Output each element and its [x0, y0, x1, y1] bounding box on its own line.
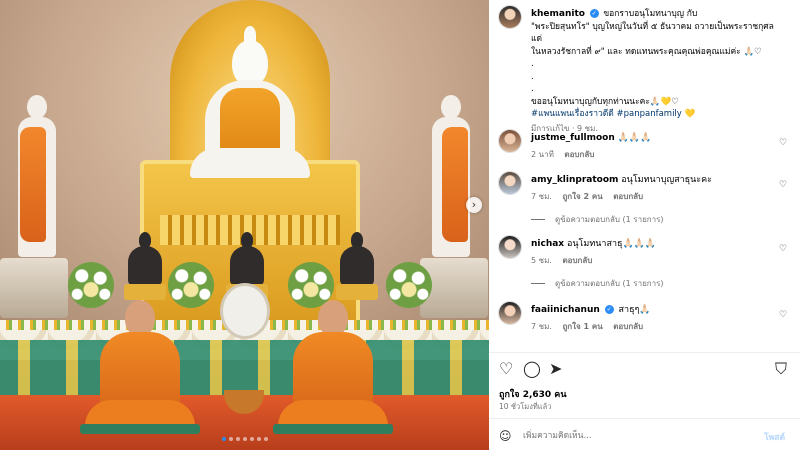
post-side-panel: khemanito ✓ ขอกราบอนุโมทนาบุญ กับ "พระปิ… — [489, 0, 800, 450]
avatar[interactable] — [499, 302, 521, 324]
comment-username[interactable]: faaiinichanun — [531, 305, 600, 315]
reply-button[interactable]: ตอบกลับ — [564, 150, 594, 159]
reply-button[interactable]: ตอบกลับ — [613, 192, 643, 201]
verified-icon: ✓ — [589, 9, 599, 18]
monk-left — [80, 300, 200, 440]
comment-likes[interactable]: ถูกใจ 2 คน — [562, 192, 602, 201]
post-button[interactable]: โพสต์ — [764, 430, 785, 444]
comment-icon[interactable]: ◯ — [523, 360, 541, 378]
post-photo[interactable]: › — [0, 0, 489, 450]
left-pedestal — [0, 258, 68, 318]
center-emblem — [223, 286, 267, 336]
carousel-dots — [0, 434, 489, 444]
caption-line: . — [531, 59, 534, 69]
avatar[interactable] — [499, 236, 521, 258]
comment-form: ☺ โพสต์ — [499, 428, 791, 444]
caption-line: . — [531, 71, 534, 82]
comment-time: 7 ชม. — [531, 192, 552, 201]
comment-username[interactable]: amy_klinpratoom — [531, 175, 618, 185]
comment-text: อนุโมทนาสาธุ🙏🏻🙏🏻🙏🏻 — [567, 239, 657, 249]
caption-text: khemanito ✓ ขอกราบอนุโมทนาบุญ กับ "พระปิ… — [531, 8, 781, 135]
reply-button[interactable]: ตอบกลับ — [562, 256, 592, 265]
comment-time: 7 ชม. — [531, 322, 552, 331]
comment-text: อนุโมทนาบุญสาธุนะคะ — [621, 175, 712, 185]
view-replies-button[interactable]: ดูข้อความตอบกลับ (1 รายการ) — [531, 277, 781, 290]
heart-icon[interactable]: ♡ — [778, 138, 788, 148]
caption-line: ขอกราบอนุโมทนาบุญ กับ — [603, 9, 698, 19]
comment-input[interactable] — [523, 428, 743, 444]
divider — [489, 418, 800, 419]
caption-line: "พระปิยสุนทโร" บุญใหญ่ในวันที่ ๕ ธันวาคม… — [531, 21, 774, 45]
reply-button[interactable]: ตอบกลับ — [613, 322, 643, 331]
chevron-right-icon[interactable]: › — [466, 197, 482, 213]
heart-icon[interactable]: ♡ — [778, 180, 788, 190]
buddha-statue — [190, 26, 310, 180]
avatar[interactable] — [499, 130, 521, 152]
flower-bouquet — [386, 262, 432, 308]
comment-text: 🙏🏻🙏🏻🙏🏻 — [617, 133, 652, 143]
share-icon[interactable]: ➤ — [549, 360, 562, 378]
comment-likes[interactable]: ถูกใจ 1 คน — [562, 322, 602, 331]
comment-time: 5 ชม. — [531, 256, 552, 265]
left-disciple-statue — [14, 95, 60, 260]
caption-line: . — [531, 84, 534, 94]
caption-line: ขออนุโมทนาบุญกับทุกท่านนะคะ🙏🏻💛♡ — [531, 96, 679, 107]
action-bar: ♡ ◯ ➤ ⛉ — [499, 360, 791, 380]
post-time: 10 ชั่วโมงที่แล้ว — [499, 402, 552, 411]
bookmark-icon[interactable]: ⛉ — [775, 360, 787, 378]
verified-icon: ✓ — [604, 305, 614, 314]
small-buddha-3 — [336, 232, 378, 302]
heart-icon[interactable]: ♡ — [778, 244, 788, 254]
view-replies-button[interactable]: ดูข้อความตอบกลับ (1 รายการ) — [531, 213, 781, 226]
small-buddha-1 — [124, 232, 166, 302]
monk-right — [273, 300, 393, 440]
comment-time: 2 นาที — [531, 150, 554, 159]
caption-line: ในหลวงรัชกาลที่ ๙" และ ทดแทนพระคุณคุณพ่อ… — [531, 46, 762, 57]
heart-icon[interactable]: ♡ — [499, 360, 513, 378]
emoji-icon[interactable]: ☺ — [499, 428, 512, 444]
avatar[interactable] — [499, 172, 521, 194]
comment-text: สาธุๆ🙏🏻 — [618, 305, 651, 315]
heart-icon[interactable]: ♡ — [778, 310, 788, 320]
right-disciple-statue — [428, 95, 474, 260]
avatar[interactable] — [499, 6, 521, 28]
hashtags[interactable]: #แพนแพนเรื่องราวดีดี #panpanfamily 💛 — [531, 108, 781, 121]
comment-username[interactable]: justme_fullmoon — [531, 133, 615, 143]
caption-username[interactable]: khemanito — [531, 9, 585, 19]
divider — [489, 352, 800, 353]
comment-username[interactable]: nichax — [531, 239, 564, 249]
likes-count[interactable]: ถูกใจ 2,630 คน — [499, 387, 566, 401]
